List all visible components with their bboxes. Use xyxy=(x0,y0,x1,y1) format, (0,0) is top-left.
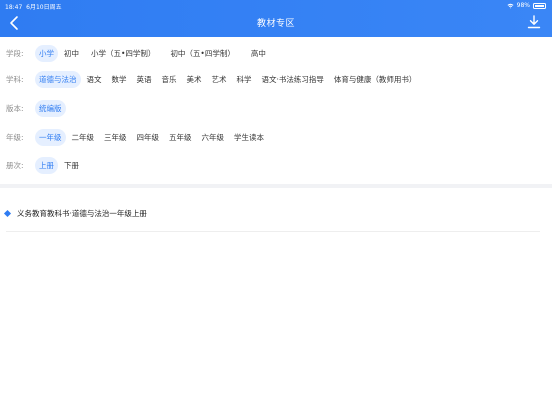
filter-label-grade: 年级: xyxy=(6,132,24,142)
section-divider xyxy=(0,184,552,188)
page-title: 教材专区 xyxy=(256,19,295,29)
option-volume-first[interactable]: 上册 xyxy=(35,156,58,174)
status-date: 6月10日周五 xyxy=(26,4,62,11)
download-icon[interactable] xyxy=(527,15,541,29)
filter-label-volume: 册次: xyxy=(6,160,24,170)
option-stage-primary[interactable]: 小学 xyxy=(35,44,58,62)
option-grade-6[interactable]: 六年级 xyxy=(198,129,229,146)
option-subject-calligraphy[interactable]: 语文·书法练习指导 xyxy=(258,71,328,88)
filter-options-grade: 一年级 二年级 三年级 四年级 五年级 六年级 学生读本 xyxy=(35,128,268,146)
option-subject-art[interactable]: 美术 xyxy=(183,71,206,88)
option-grade-3[interactable]: 三年级 xyxy=(100,129,131,146)
battery-percent: 98% xyxy=(516,2,530,9)
option-subject-pe-health[interactable]: 体育与健康（教师用书） xyxy=(330,71,421,88)
book-list-item[interactable]: 义务教育教科书·道德与法治一年级上册 xyxy=(3,204,147,222)
status-indicators: 98% xyxy=(507,2,546,9)
option-stage-primary-54[interactable]: 小学（五•四学制） xyxy=(87,45,159,62)
app-header: 18:47 6月10日周五 98% 教材专区 xyxy=(0,0,552,37)
status-time-date: 18:47 6月10日周五 xyxy=(5,2,62,11)
filter-options-volume: 上册 下册 xyxy=(35,156,83,174)
option-grade-student-reader[interactable]: 学生读本 xyxy=(230,129,268,146)
option-subject-math[interactable]: 数学 xyxy=(108,71,131,88)
option-stage-junior-54[interactable]: 初中（五•四学制） xyxy=(166,45,238,62)
status-time: 18:47 xyxy=(5,4,23,11)
option-stage-senior[interactable]: 高中 xyxy=(247,45,270,62)
option-subject-science[interactable]: 科学 xyxy=(233,71,256,88)
option-subject-music[interactable]: 音乐 xyxy=(158,71,181,88)
option-volume-second[interactable]: 下册 xyxy=(60,157,83,174)
option-grade-1[interactable]: 一年级 xyxy=(35,128,66,146)
filter-label-subject: 学科: xyxy=(6,74,24,84)
option-subject-morality-law[interactable]: 道德与法治 xyxy=(35,70,81,88)
book-title: 义务教育教科书·道德与法治一年级上册 xyxy=(17,208,147,218)
list-separator xyxy=(6,231,540,232)
filter-options-stage: 小学 初中 小学（五•四学制） 初中（五•四学制） 高中 xyxy=(35,44,270,62)
option-grade-5[interactable]: 五年级 xyxy=(165,129,196,146)
diamond-bullet-icon xyxy=(3,209,12,217)
filter-label-edition: 版本: xyxy=(6,103,24,113)
filter-label-stage: 学段: xyxy=(6,48,24,58)
option-subject-english[interactable]: 英语 xyxy=(133,71,156,88)
option-edition-unified[interactable]: 统编版 xyxy=(35,99,66,117)
filter-options-subject: 道德与法治 语文 数学 英语 音乐 美术 艺术 科学 语文·书法练习指导 体育与… xyxy=(35,70,421,88)
filter-panel: 学段: 小学 初中 小学（五•四学制） 初中（五•四学制） 高中 学科: 道德与… xyxy=(0,37,552,184)
option-grade-4[interactable]: 四年级 xyxy=(133,129,164,146)
option-subject-chinese[interactable]: 语文 xyxy=(83,71,106,88)
option-grade-2[interactable]: 二年级 xyxy=(68,129,99,146)
option-subject-arts[interactable]: 艺术 xyxy=(208,71,231,88)
filter-options-edition: 统编版 xyxy=(35,99,66,117)
battery-icon xyxy=(533,2,546,9)
wifi-icon xyxy=(507,3,514,8)
option-stage-junior[interactable]: 初中 xyxy=(60,45,83,62)
